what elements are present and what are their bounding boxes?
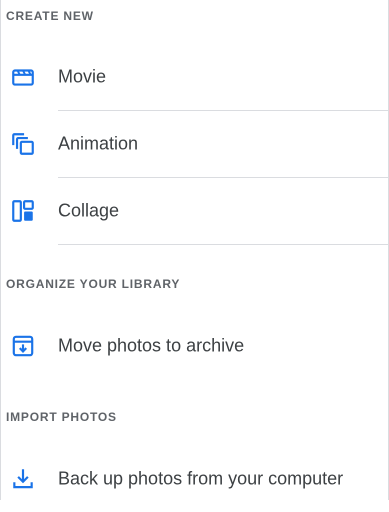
section-header-organize-library: ORGANIZE YOUR LIBRARY [6,277,181,291]
section-header-create-new: CREATE NEW [6,9,94,23]
menu-item-label: Move photos to archive [58,335,245,356]
menu-item-move-to-archive[interactable]: Move photos to archive [1,313,389,379]
menu-item-back-up-photos[interactable]: Back up photos from your computer [1,446,389,512]
menu-item-label: Animation [58,133,139,154]
menu-item-label: Movie [58,66,107,87]
menu-item-movie[interactable]: Movie [1,44,389,110]
download-icon [10,466,36,492]
menu-item-collage[interactable]: Collage [1,178,389,244]
movie-icon [10,64,36,90]
divider [58,244,388,245]
menu-item-animation[interactable]: Animation [1,111,389,177]
menu-item-label: Back up photos from your computer [58,468,344,489]
create-menu-panel: CREATE NEW Movie Animation Collage ORGAN… [0,0,389,500]
archive-icon [10,333,36,359]
menu-item-label: Collage [58,200,120,221]
animation-icon [10,131,36,157]
section-header-import-photos: IMPORT PHOTOS [6,410,117,424]
collage-icon [10,198,36,224]
